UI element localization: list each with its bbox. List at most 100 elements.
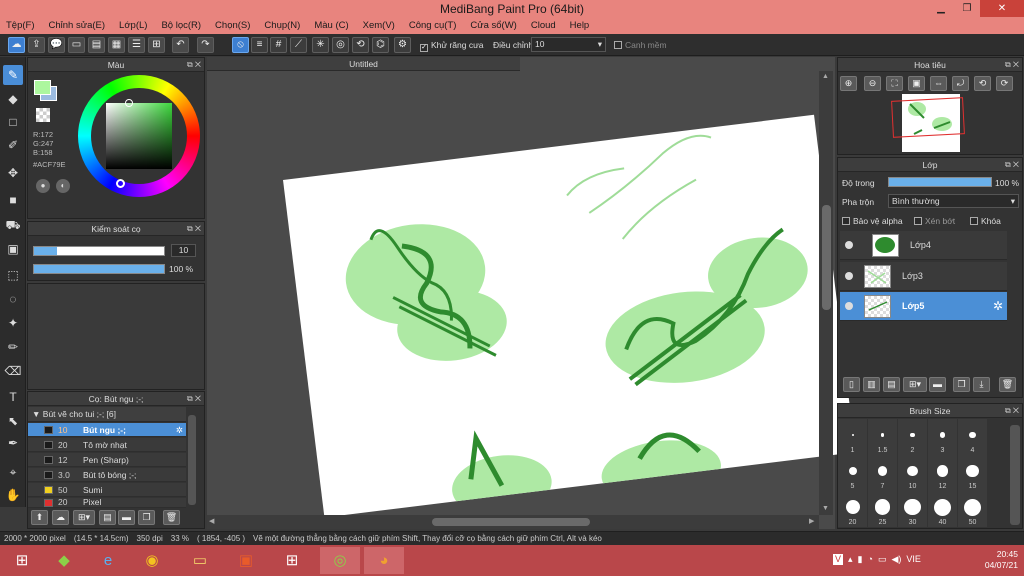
brush-size-cell[interactable]: 4 xyxy=(958,419,987,455)
merge-layer-icon[interactable]: ⤓ xyxy=(973,377,990,392)
soft-snap-checkbox[interactable] xyxy=(614,41,622,49)
undo-icon[interactable]: ↶ xyxy=(172,37,189,53)
radial-snap-icon[interactable]: ✳ xyxy=(312,37,329,53)
parallel-snap-icon[interactable]: ≡ xyxy=(251,37,268,53)
menu-select[interactable]: Chọn(S) xyxy=(215,20,250,31)
rotate-right-icon[interactable]: ⟳ xyxy=(996,76,1013,91)
brush-size-cell[interactable]: 30 xyxy=(898,491,927,527)
navigator-viewport-frame[interactable] xyxy=(891,97,965,138)
magic-wand-tool-icon[interactable]: ✦ xyxy=(3,313,23,333)
scroll-down-icon[interactable]: ▼ xyxy=(822,505,829,512)
close-button[interactable]: ✕ xyxy=(980,0,1024,17)
document-tab[interactable]: Untitled xyxy=(207,57,520,71)
scroll-up-icon[interactable]: ▲ xyxy=(822,73,829,80)
fill-rect-tool-icon[interactable]: ■ xyxy=(3,190,23,210)
gradient-tool-icon[interactable]: ▣ xyxy=(3,239,23,259)
visibility-eye-icon[interactable] xyxy=(845,302,853,310)
redo-icon[interactable]: ↷ xyxy=(197,37,214,53)
add-layer-menu-icon[interactable]: ⊞▾ xyxy=(903,377,927,392)
diagonal-snap-icon[interactable]: ⟋ xyxy=(290,37,307,53)
brush-item[interactable]: 3.0 Bút tô bóng ;-; xyxy=(28,468,186,482)
protect-alpha-toggle[interactable]: Bảo vệ alpha xyxy=(842,216,903,226)
bucket-tool-icon[interactable]: ⛟ xyxy=(3,215,23,235)
gear-icon[interactable]: ✲ xyxy=(176,423,183,437)
hue-cursor[interactable] xyxy=(116,179,125,188)
minimize-button[interactable]: ▁ xyxy=(928,0,954,17)
brush-size-cell[interactable]: 12 xyxy=(928,455,957,491)
palette-icon[interactable]: ● xyxy=(36,179,50,193)
brush-size-cell[interactable]: 25 xyxy=(868,491,897,527)
add-brush-menu-icon[interactable]: ⊞▾ xyxy=(73,510,95,525)
input-language[interactable]: VIE xyxy=(906,554,921,565)
internet-explorer-icon[interactable]: e xyxy=(88,547,128,574)
restore-button[interactable]: ❐ xyxy=(954,0,980,17)
panel-popout-close-icon[interactable]: ⧉ ✕ xyxy=(187,392,201,406)
medibang-app-icon[interactable]: ◕ xyxy=(364,547,404,574)
pinned-app-icon[interactable]: ◎ xyxy=(320,547,360,574)
brush-item[interactable]: 12 Pen (Sharp) xyxy=(28,453,186,467)
chrome-app-icon[interactable]: ◉ xyxy=(132,547,172,574)
lock-toggle[interactable]: Khóa xyxy=(970,216,1001,226)
menu-window[interactable]: Cửa sổ(W) xyxy=(470,20,516,31)
select-pen-tool-icon[interactable]: ✏ xyxy=(3,337,23,357)
brush-tool-icon[interactable]: ✎ xyxy=(3,65,23,85)
list-icon[interactable]: ☰ xyxy=(128,37,145,53)
chevron-up-icon[interactable]: ▴ xyxy=(848,554,853,565)
sv-cursor[interactable] xyxy=(125,99,133,107)
menu-edit[interactable]: Chỉnh sửa(E) xyxy=(49,20,106,31)
scroll-left-icon[interactable]: ◀ xyxy=(209,517,214,525)
duplicate-layer-icon[interactable]: ❐ xyxy=(953,377,970,392)
brush-size-cell[interactable]: 1.5 xyxy=(868,419,897,455)
text-tool-icon[interactable]: T xyxy=(3,387,23,407)
panel-popout-close-icon[interactable]: ⧉ ✕ xyxy=(1005,158,1019,172)
chat-icon[interactable]: 💬 xyxy=(48,37,65,53)
lock-checkbox[interactable] xyxy=(970,217,978,225)
scroll-right-icon[interactable]: ▶ xyxy=(809,517,814,525)
divide-tool-icon[interactable]: ✒ xyxy=(3,433,23,453)
layer-folder-icon[interactable]: ▬ xyxy=(929,377,946,392)
eyedropper-tool-icon[interactable]: ⌖ xyxy=(3,462,23,482)
new-layer-icon[interactable]: ▯ xyxy=(843,377,860,392)
zoom-out-icon[interactable]: ⊖ xyxy=(864,76,881,91)
vertical-scroll-thumb[interactable] xyxy=(822,205,831,310)
brush-size-value[interactable]: 10 xyxy=(171,244,196,257)
select-eraser-tool-icon[interactable]: ⌫ xyxy=(3,361,23,381)
layer-opacity-slider[interactable] xyxy=(888,177,992,187)
layer-settings-gear-icon[interactable]: ✲ xyxy=(993,299,1003,313)
material-icon[interactable]: ▦ xyxy=(108,37,125,53)
brush-item[interactable]: 50 Sumi xyxy=(28,483,186,497)
shape-tool-icon[interactable]: □ xyxy=(3,112,23,132)
blur-tool-icon[interactable]: ✐ xyxy=(3,135,23,155)
actual-size-icon[interactable]: ▣ xyxy=(908,76,925,91)
duplicate-icon[interactable]: ❐ xyxy=(138,510,155,525)
brush-item[interactable]: 10 Bút ngu ;-; ✲ xyxy=(28,423,186,437)
export-icon[interactable]: ⇪ xyxy=(28,37,45,53)
rotate-reset-icon[interactable]: ⟲ xyxy=(974,76,991,91)
stabilizer-select[interactable]: 10 ▾ xyxy=(531,37,606,52)
brush-size-scrollbar[interactable] xyxy=(1010,425,1020,525)
panel-popout-close-icon[interactable]: ⧉ ✕ xyxy=(187,222,201,236)
panel-popout-close-icon[interactable]: ⧉ ✕ xyxy=(187,58,201,72)
cloud-icon[interactable]: ☁ xyxy=(8,37,25,53)
brush-size-cell[interactable]: 2 xyxy=(898,419,927,455)
brush-list-scrollbar[interactable] xyxy=(188,415,196,505)
visibility-eye-icon[interactable] xyxy=(845,241,853,249)
brush-download-icon[interactable]: ☁ xyxy=(52,510,69,525)
brush-opacity-slider[interactable] xyxy=(33,264,165,274)
brush-size-cell[interactable]: 5 xyxy=(838,455,867,491)
soft-snap-toggle[interactable]: Canh mềm xyxy=(614,40,667,50)
menu-file[interactable]: Tệp(F) xyxy=(6,20,35,31)
snap-settings-gear-icon[interactable]: ⚙ xyxy=(394,37,411,53)
file-explorer-icon[interactable]: ▭ xyxy=(180,547,220,574)
comment-icon[interactable]: ▭ xyxy=(68,37,85,53)
clipping-toggle[interactable]: Xén bớt xyxy=(914,216,955,226)
bluestacks-app-icon[interactable]: ◆ xyxy=(44,547,84,574)
menu-view[interactable]: Xem(V) xyxy=(363,20,395,31)
layer-row[interactable]: Lớp3 xyxy=(840,262,1007,291)
brush-size-cell[interactable]: 10 xyxy=(898,455,927,491)
brush-size-cell[interactable]: 7 xyxy=(868,455,897,491)
perspective-snap-icon[interactable]: ⌬ xyxy=(372,37,389,53)
brush-size-cell[interactable]: 20 xyxy=(838,491,867,527)
protect-alpha-checkbox[interactable] xyxy=(842,217,850,225)
hue-ring[interactable] xyxy=(78,75,200,197)
